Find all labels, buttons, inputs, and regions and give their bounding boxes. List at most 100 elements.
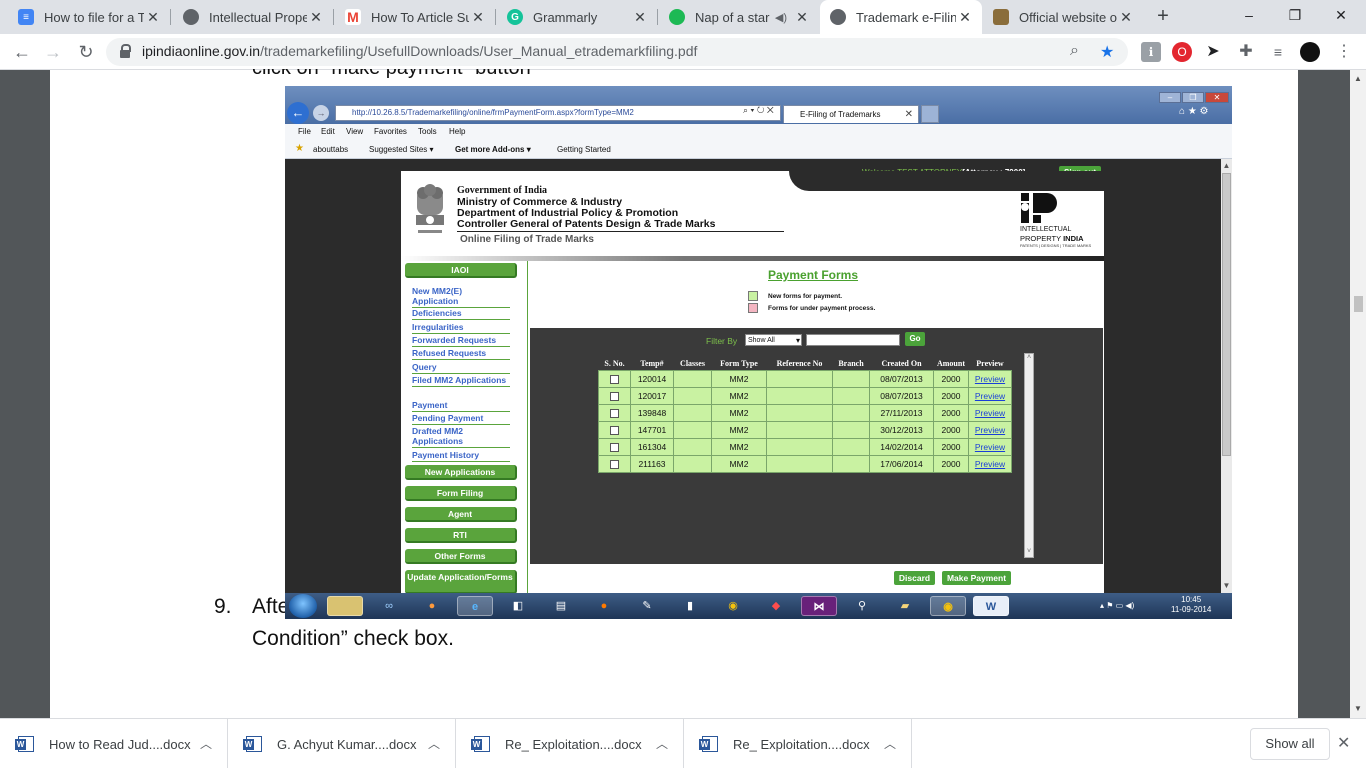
header-notch [789, 171, 1104, 191]
filter-select: Show All [745, 334, 802, 346]
word-doc-icon [471, 736, 490, 752]
preview-link: Preview [974, 424, 1006, 435]
scroll-up-icon[interactable]: ▲ [1350, 74, 1366, 83]
tab-how-to-article[interactable]: M How To Article Sub ✕ [335, 0, 495, 34]
nav-deficiencies: Deficiencies [412, 308, 510, 320]
restore-button[interactable]: ❐ [1272, 0, 1318, 30]
show-all-button[interactable]: Show all [1250, 728, 1330, 760]
tab-strip: ≡ How to file for a Tr ✕ Intellectual Pr… [0, 0, 1366, 34]
bookmark-star-icon[interactable]: ★ [1100, 42, 1114, 62]
pdf-scrollbar[interactable]: ▲ ▼ [1350, 70, 1366, 718]
ipi-text-3: PATENTS | DESIGNS | TRADE MARKS [1020, 243, 1092, 248]
zoom-icon[interactable]: ⌕ [1070, 42, 1079, 60]
table-row: 120014 MM2 08/07/2013 2000 Preview [598, 369, 1012, 388]
cell-preview: Preview [968, 420, 1012, 439]
nav-agent: Agent [405, 507, 517, 522]
table-scrollbar: ˄ ˅ [1024, 353, 1034, 558]
chevron-up-icon[interactable]: ︿ [884, 735, 896, 752]
ie-scroll-up-icon: ▲ [1222, 161, 1231, 170]
ie-window-controls: – ❐ ✕ [1158, 87, 1230, 103]
ie-titlebar: – ❐ ✕ ← → http://10.26.8.5/Trademarkefilin… [285, 86, 1232, 124]
tab-close-icon[interactable]: ✕ [469, 9, 487, 26]
download-filename: How to Read Jud....docx [49, 737, 191, 752]
ie-address-bar: http://10.26.8.5/Trademarkefiling/online… [335, 105, 781, 121]
tab-how-to-file[interactable]: ≡ How to file for a Tr ✕ [8, 0, 170, 34]
col-temp: Temp# [640, 358, 664, 368]
row-checkbox [610, 391, 619, 401]
tab-intellectual-property[interactable]: Intellectual Proper ✕ [173, 0, 333, 34]
tab-close-icon[interactable]: ✕ [307, 9, 325, 26]
minimize-button[interactable]: – [1226, 0, 1272, 30]
payment-forms-title: Payment Forms [768, 268, 859, 282]
address-bar[interactable]: ipindiaonline.gov.in/trademarkefiling/Us… [106, 38, 1128, 66]
cell-temp: 211163 [630, 454, 674, 473]
opera-icon[interactable]: O [1172, 42, 1192, 62]
close-shelf-icon[interactable]: ✕ [1337, 733, 1350, 753]
cell-reference [766, 369, 833, 388]
scroll-thumb[interactable] [1354, 296, 1363, 312]
cell-preview: Preview [968, 454, 1012, 473]
ie-menu-tools: Tools [418, 127, 437, 136]
cell-branch [832, 369, 870, 388]
tab-close-icon[interactable]: ✕ [144, 9, 162, 26]
cell-classes [673, 403, 712, 422]
tab-grammarly[interactable]: G Grammarly ✕ [497, 0, 657, 34]
tab-close-icon[interactable]: ✕ [631, 9, 649, 26]
legend-under-text: Forms for under payment process. [768, 305, 876, 312]
national-emblem-icon [416, 184, 444, 233]
cell-reference [766, 386, 833, 405]
scroll-down-icon[interactable]: ▼ [1350, 704, 1366, 713]
table-row: 161304 MM2 14/02/2014 2000 Preview [598, 437, 1012, 456]
tab-trademark-efiling[interactable]: Trademark e-Filing ✕ [820, 0, 982, 34]
speaker-icon[interactable]: ◀) [775, 11, 787, 24]
chevron-up-icon[interactable]: ︿ [428, 735, 440, 752]
chevron-up-icon[interactable]: ︿ [200, 735, 212, 752]
cell-classes [673, 386, 712, 405]
back-button[interactable]: ← [10, 40, 34, 64]
puzzle-icon[interactable]: ✚ [1236, 42, 1256, 62]
legend-new-text: New forms for payment. [768, 293, 843, 300]
ie-tab: E-Filing of Trademarks ✕ [783, 105, 919, 123]
cell-branch [832, 403, 870, 422]
new-tab-button[interactable]: + [1152, 5, 1174, 27]
avatar[interactable] [1300, 42, 1320, 62]
browser-toolbar: ← → ↻ ipindiaonline.gov.in/trademarkefil… [0, 34, 1366, 70]
nav-new-applications: New Applications [405, 465, 517, 480]
word-icon: W [973, 596, 1009, 616]
nav-other-forms: Other Forms [405, 549, 517, 564]
download-item[interactable]: Re_ Exploitation....docx ︿ [684, 719, 912, 768]
tab-close-icon[interactable]: ✕ [1117, 9, 1135, 26]
reload-button[interactable]: ↻ [74, 40, 98, 64]
preview-link: Preview [974, 458, 1006, 469]
cell-created: 30/12/2013 [869, 420, 934, 439]
folder-icon: ▰ [900, 600, 910, 612]
tab-close-icon[interactable]: ✕ [793, 9, 811, 26]
cell-checkbox [598, 386, 631, 405]
globe-icon [183, 9, 199, 25]
tab-close-icon[interactable]: ✕ [956, 9, 974, 26]
close-window-button[interactable]: ✕ [1318, 0, 1364, 30]
cell-created: 17/06/2014 [869, 454, 934, 473]
cell-form-type: MM2 [711, 386, 767, 405]
gmail-icon: M [345, 9, 361, 25]
ie-home-star-gear-icon: ⌂ ★ ⚙ [1179, 106, 1209, 117]
extension-icon[interactable]: ℹ [1141, 42, 1161, 62]
chevron-up-icon[interactable]: ︿ [656, 735, 668, 752]
lock-icon[interactable] [120, 44, 131, 58]
menu-icon[interactable]: ⋮ [1334, 42, 1354, 62]
cursor-icon[interactable]: ➤ [1203, 42, 1223, 62]
download-item[interactable]: G. Achyut Kumar....docx ︿ [228, 719, 456, 768]
ie-scroll-thumb [1222, 173, 1231, 456]
download-item[interactable]: How to Read Jud....docx ︿ [0, 719, 228, 768]
download-item[interactable]: Re_ Exploitation....docx ︿ [456, 719, 684, 768]
go-button: Go [905, 332, 925, 346]
media-icon[interactable]: ≡ [1268, 42, 1288, 62]
cell-form-type: MM2 [711, 454, 767, 473]
forward-button[interactable]: → [41, 40, 65, 64]
word-doc-icon [15, 736, 34, 752]
tab-spotify[interactable]: Nap of a star ◀) ✕ [659, 0, 819, 34]
controller-line: Controller General of Patents Design & T… [457, 218, 716, 230]
grammarly-icon: G [507, 9, 523, 25]
tab-official-website[interactable]: Official website of ✕ [983, 0, 1143, 34]
cell-reference [766, 437, 833, 456]
